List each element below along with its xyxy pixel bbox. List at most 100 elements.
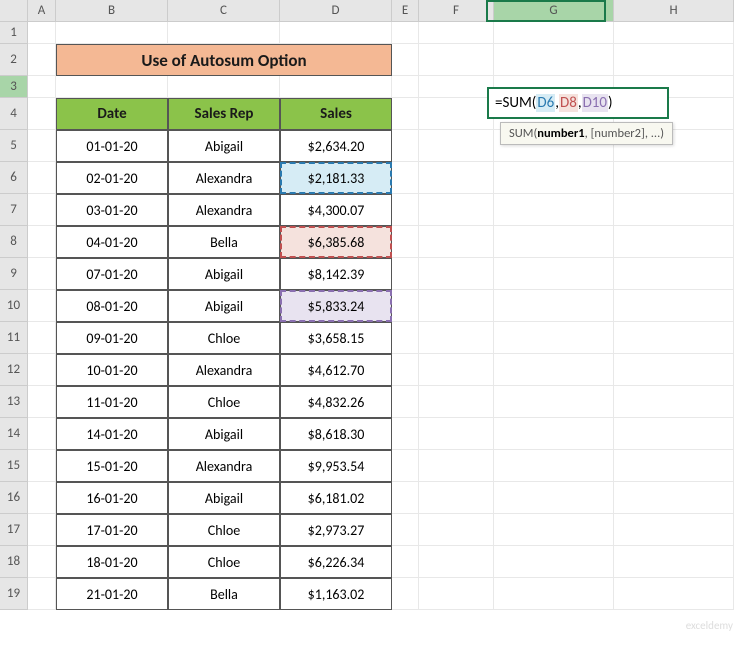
- cell-A2[interactable]: [28, 44, 56, 76]
- col-header-A[interactable]: A: [28, 0, 56, 22]
- cell-H11[interactable]: [614, 322, 734, 354]
- cell-A12[interactable]: [28, 354, 56, 386]
- cell-E1[interactable]: [392, 22, 419, 44]
- cell-E18[interactable]: [392, 546, 419, 578]
- cell-F17[interactable]: [419, 514, 494, 546]
- row-header-6[interactable]: 6: [0, 162, 28, 194]
- cell-D10[interactable]: $5,833.24: [280, 290, 392, 322]
- cell-D5[interactable]: $2,634.20: [280, 130, 392, 162]
- cell-D4[interactable]: Sales: [280, 98, 392, 130]
- cell-C14[interactable]: Abigail: [168, 418, 280, 450]
- row-header-7[interactable]: 7: [0, 194, 28, 226]
- cell-G10[interactable]: [494, 290, 614, 322]
- cell-A7[interactable]: [28, 194, 56, 226]
- cell-B15[interactable]: 15-01-20: [56, 450, 168, 482]
- cell-A8[interactable]: [28, 226, 56, 258]
- col-header-H[interactable]: H: [614, 0, 734, 22]
- cell-H1[interactable]: [614, 22, 734, 44]
- cell-B18[interactable]: 18-01-20: [56, 546, 168, 578]
- cell-G1[interactable]: [494, 22, 614, 44]
- cell-C9[interactable]: Abigail: [168, 258, 280, 290]
- cell-A17[interactable]: [28, 514, 56, 546]
- col-header-D[interactable]: D: [280, 0, 392, 22]
- cell-H7[interactable]: [614, 194, 734, 226]
- cell-G16[interactable]: [494, 482, 614, 514]
- row-header-3[interactable]: 3: [0, 76, 28, 98]
- cell-E10[interactable]: [392, 290, 419, 322]
- cell-F12[interactable]: [419, 354, 494, 386]
- cell-E4[interactable]: [392, 98, 419, 130]
- cell-H13[interactable]: [614, 386, 734, 418]
- cell-F13[interactable]: [419, 386, 494, 418]
- cell-C3[interactable]: [168, 76, 280, 98]
- cell-A5[interactable]: [28, 130, 56, 162]
- cell-C1[interactable]: [168, 22, 280, 44]
- cell-D7[interactable]: $4,300.07: [280, 194, 392, 226]
- cell-B12[interactable]: 10-01-20: [56, 354, 168, 386]
- cell-F18[interactable]: [419, 546, 494, 578]
- cell-C18[interactable]: Chloe: [168, 546, 280, 578]
- cell-D17[interactable]: $2,973.27: [280, 514, 392, 546]
- cell-E8[interactable]: [392, 226, 419, 258]
- cell-F1[interactable]: [419, 22, 494, 44]
- cell-F7[interactable]: [419, 194, 494, 226]
- row-header-15[interactable]: 15: [0, 450, 28, 482]
- formula-input[interactable]: =SUM(D6,D8,D10): [487, 87, 669, 119]
- cell-A14[interactable]: [28, 418, 56, 450]
- cell-C4[interactable]: Sales Rep: [168, 98, 280, 130]
- cell-G13[interactable]: [494, 386, 614, 418]
- cell-C10[interactable]: Abigail: [168, 290, 280, 322]
- cell-B11[interactable]: 09-01-20: [56, 322, 168, 354]
- cell-D18[interactable]: $6,226.34: [280, 546, 392, 578]
- cell-E2[interactable]: [392, 44, 419, 76]
- cell-D15[interactable]: $9,953.54: [280, 450, 392, 482]
- cell-G14[interactable]: [494, 418, 614, 450]
- cell-H14[interactable]: [614, 418, 734, 450]
- cell-E15[interactable]: [392, 450, 419, 482]
- cell-G19[interactable]: [494, 578, 614, 610]
- cell-E16[interactable]: [392, 482, 419, 514]
- cell-E12[interactable]: [392, 354, 419, 386]
- cell-G11[interactable]: [494, 322, 614, 354]
- cell-A13[interactable]: [28, 386, 56, 418]
- cell-F6[interactable]: [419, 162, 494, 194]
- cell-F3[interactable]: [419, 76, 494, 98]
- cell-G9[interactable]: [494, 258, 614, 290]
- row-header-13[interactable]: 13: [0, 386, 28, 418]
- cell-H15[interactable]: [614, 450, 734, 482]
- cell-D12[interactable]: $4,612.70: [280, 354, 392, 386]
- col-header-G[interactable]: G: [494, 0, 614, 22]
- cell-B16[interactable]: 16-01-20: [56, 482, 168, 514]
- cell-D19[interactable]: $1,163.02: [280, 578, 392, 610]
- cell-E7[interactable]: [392, 194, 419, 226]
- cell-D13[interactable]: $4,832.26: [280, 386, 392, 418]
- cell-H19[interactable]: [614, 578, 734, 610]
- cell-G12[interactable]: [494, 354, 614, 386]
- cell-H17[interactable]: [614, 514, 734, 546]
- cell-A19[interactable]: [28, 578, 56, 610]
- cell-B14[interactable]: 14-01-20: [56, 418, 168, 450]
- cell-C13[interactable]: Chloe: [168, 386, 280, 418]
- cell-E14[interactable]: [392, 418, 419, 450]
- row-header-17[interactable]: 17: [0, 514, 28, 546]
- row-header-2[interactable]: 2: [0, 44, 28, 76]
- cell-C11[interactable]: Chloe: [168, 322, 280, 354]
- cell-D8[interactable]: $6,385.68: [280, 226, 392, 258]
- cell-B6[interactable]: 02-01-20: [56, 162, 168, 194]
- cell-D6[interactable]: $2,181.33: [280, 162, 392, 194]
- cell-C17[interactable]: Chloe: [168, 514, 280, 546]
- cell-E17[interactable]: [392, 514, 419, 546]
- cell-C5[interactable]: Abigail: [168, 130, 280, 162]
- cell-G7[interactable]: [494, 194, 614, 226]
- row-header-12[interactable]: 12: [0, 354, 28, 386]
- cell-F9[interactable]: [419, 258, 494, 290]
- cell-F11[interactable]: [419, 322, 494, 354]
- cell-A1[interactable]: [28, 22, 56, 44]
- cell-A10[interactable]: [28, 290, 56, 322]
- row-header-14[interactable]: 14: [0, 418, 28, 450]
- row-header-16[interactable]: 16: [0, 482, 28, 514]
- row-header-4[interactable]: 4: [0, 98, 28, 130]
- cell-H18[interactable]: [614, 546, 734, 578]
- cell-A6[interactable]: [28, 162, 56, 194]
- cell-B9[interactable]: 07-01-20: [56, 258, 168, 290]
